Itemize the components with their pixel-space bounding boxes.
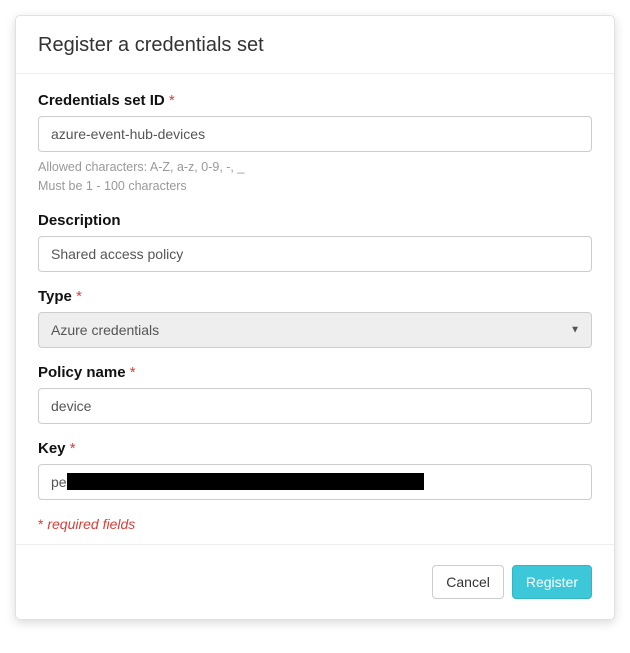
dialog-register-credentials: Register a credentials set Credentials s… bbox=[15, 15, 615, 620]
group-key: Key * pe bbox=[38, 440, 592, 500]
policy-name-input[interactable] bbox=[38, 388, 592, 424]
label-text: Policy name bbox=[38, 364, 126, 381]
key-prefix: pe bbox=[51, 474, 67, 490]
label-credentials-id: Credentials set ID * bbox=[38, 92, 592, 109]
group-policy-name: Policy name * bbox=[38, 364, 592, 424]
description-input[interactable] bbox=[38, 236, 592, 272]
dialog-body: Credentials set ID * Allowed characters:… bbox=[16, 74, 614, 544]
group-credentials-id: Credentials set ID * Allowed characters:… bbox=[38, 92, 592, 196]
type-select[interactable]: Azure credentials bbox=[38, 312, 592, 348]
group-description: Description bbox=[38, 212, 592, 272]
help-text: Allowed characters: A-Z, a-z, 0-9, -, _ … bbox=[38, 158, 592, 196]
label-text: Key bbox=[38, 440, 66, 457]
required-fields-note: * required fields bbox=[38, 516, 592, 532]
group-type: Type * Azure credentials ▼ bbox=[38, 288, 592, 348]
dialog-header: Register a credentials set bbox=[16, 16, 614, 74]
required-asterisk: * bbox=[72, 288, 82, 305]
cancel-button[interactable]: Cancel bbox=[432, 565, 504, 599]
help-line-2: Must be 1 - 100 characters bbox=[38, 177, 592, 196]
label-description: Description bbox=[38, 212, 592, 229]
required-asterisk: * bbox=[126, 364, 136, 381]
required-asterisk: * bbox=[165, 92, 175, 109]
dialog-title: Register a credentials set bbox=[38, 34, 592, 57]
type-select-wrap: Azure credentials ▼ bbox=[38, 312, 592, 348]
label-type: Type * bbox=[38, 288, 592, 305]
help-line-1: Allowed characters: A-Z, a-z, 0-9, -, _ bbox=[38, 158, 592, 177]
credentials-id-input[interactable] bbox=[38, 116, 592, 152]
note-text: required fields bbox=[43, 516, 135, 532]
label-key: Key * bbox=[38, 440, 592, 457]
register-button[interactable]: Register bbox=[512, 565, 592, 599]
dialog-footer: Cancel Register bbox=[16, 544, 614, 619]
label-text: Type bbox=[38, 288, 72, 305]
required-asterisk: * bbox=[66, 440, 76, 457]
key-input[interactable]: pe bbox=[38, 464, 592, 500]
key-redacted bbox=[67, 473, 424, 490]
label-policy-name: Policy name * bbox=[38, 364, 592, 381]
label-text: Credentials set ID bbox=[38, 92, 165, 109]
